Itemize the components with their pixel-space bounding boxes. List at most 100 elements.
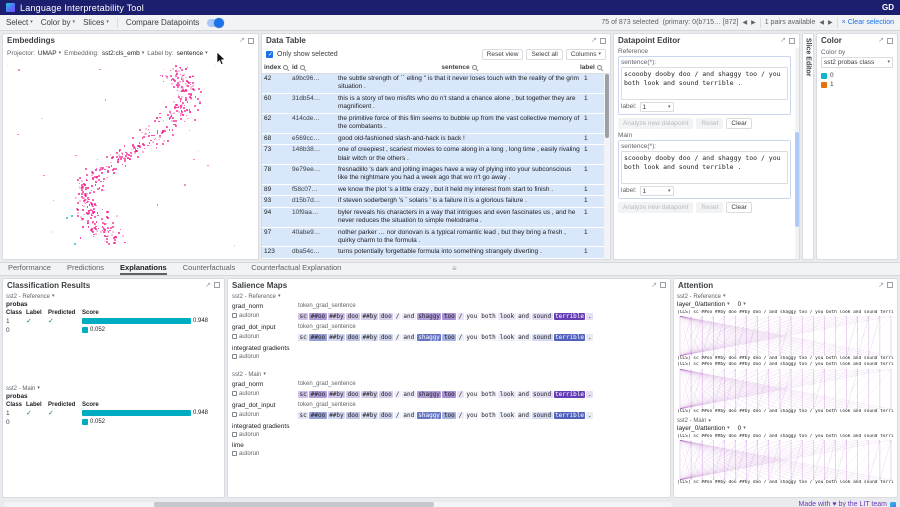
popout-icon[interactable]: ↗ xyxy=(651,282,657,289)
table-row[interactable]: 789e79ee…fresnadillo 's dark and jolting… xyxy=(262,165,610,185)
label-select[interactable]: 1▾ xyxy=(640,186,674,196)
tab-counterfactual-explanation[interactable]: Counterfactual Explanation xyxy=(251,263,341,275)
popout-icon[interactable]: ↗ xyxy=(878,282,884,289)
slice-editor-collapsed-tab[interactable]: Slice Editor xyxy=(802,33,814,260)
editor-scrollbar[interactable] xyxy=(795,48,799,259)
popout-icon[interactable]: ↗ xyxy=(239,37,245,44)
table-row[interactable]: 123dba54c…turns potentially forgettable … xyxy=(262,247,610,258)
search-icon[interactable] xyxy=(283,65,288,70)
popout-icon[interactable]: ↗ xyxy=(780,37,786,44)
clear-button[interactable]: Clear xyxy=(726,202,752,213)
tab-counterfactuals[interactable]: Counterfactuals xyxy=(183,263,236,275)
table-row[interactable]: 68e569cc…good old-fashioned slash-and-ha… xyxy=(262,134,610,145)
embedding-point xyxy=(74,243,76,245)
color-by-select[interactable]: sst2 probas class▾ xyxy=(821,57,893,68)
label-select[interactable]: 1▾ xyxy=(640,102,674,112)
maximize-icon[interactable] xyxy=(214,282,220,288)
scrollbar-thumb[interactable] xyxy=(154,502,434,507)
prev-pair-button[interactable]: ◀ xyxy=(819,19,824,26)
attention-head-select[interactable]: 0▾ xyxy=(738,301,746,308)
tab-explanations[interactable]: Explanations xyxy=(120,263,167,275)
column-header-label[interactable]: label xyxy=(580,64,608,71)
maximize-icon[interactable] xyxy=(887,38,893,44)
embedding-select[interactable]: sst2:cls_emb▾ xyxy=(102,50,144,57)
scrollbar-thumb[interactable] xyxy=(795,132,799,227)
projector-select[interactable]: UMAP▾ xyxy=(38,50,61,57)
tab-performance[interactable]: Performance xyxy=(8,263,51,275)
probas-cell-score: 0.052 xyxy=(82,418,221,427)
popout-icon[interactable]: ↗ xyxy=(205,282,211,289)
reset-view-button[interactable]: Reset view xyxy=(482,49,524,60)
label-by-select[interactable]: sentence▾ xyxy=(177,50,208,57)
horizontal-scrollbar[interactable] xyxy=(4,502,672,507)
legend-item: 1 xyxy=(821,81,893,88)
reset-button[interactable]: Reset xyxy=(696,202,723,213)
legend-swatch xyxy=(821,82,827,88)
table-row[interactable]: 6031db54…this is a story of two misfits … xyxy=(262,94,610,114)
autorun-checkbox[interactable] xyxy=(232,391,237,396)
only-show-selected-checkbox[interactable] xyxy=(266,51,273,58)
embedding-point xyxy=(147,145,149,147)
table-row[interactable]: 73148b38…one of creepiest , scariest mov… xyxy=(262,145,610,165)
popout-icon[interactable]: ↗ xyxy=(591,37,597,44)
column-header-sentence[interactable]: sentence xyxy=(338,64,580,71)
table-row[interactable]: 93d15b7d…if steven soderbergh 's ` solar… xyxy=(262,196,610,207)
table-row[interactable]: 89f58c07…we know the plot 's a little cr… xyxy=(262,185,610,196)
table-row[interactable]: 9740abe9…nother parker … nor donovan is … xyxy=(262,228,610,248)
tab-predictions[interactable]: Predictions xyxy=(67,263,104,275)
autorun-checkbox[interactable] xyxy=(232,313,237,318)
salience-token: and xyxy=(402,334,416,341)
column-header-id[interactable]: id xyxy=(292,64,338,71)
analyze-new-datapoint-button[interactable]: Analyze new datapoint xyxy=(618,202,693,213)
drag-handle-icon[interactable]: ≡ xyxy=(452,264,457,273)
color-by-menu[interactable]: Color by▾ xyxy=(41,18,75,27)
sentence-field-input[interactable]: scoooby dooby doo / and shaggy too / you… xyxy=(621,67,788,100)
prev-datapoint-button[interactable]: ◀ xyxy=(743,19,748,26)
column-header-index[interactable]: index xyxy=(264,64,292,71)
table-row[interactable]: 62414cde…the primitive force of this fil… xyxy=(262,114,610,134)
attention-head-select[interactable]: 0▾ xyxy=(738,425,746,432)
salience-token: terrible xyxy=(554,313,586,320)
maximize-icon[interactable] xyxy=(248,38,254,44)
table-row[interactable]: 9410f9aa…byler reveals his characters in… xyxy=(262,208,610,228)
analyze-new-datapoint-button[interactable]: Analyze new datapoint xyxy=(618,118,693,129)
autorun-checkbox[interactable] xyxy=(232,354,237,359)
user-avatar[interactable]: GD xyxy=(882,3,894,12)
embedding-scatter[interactable] xyxy=(3,59,258,259)
sentence-field-input[interactable]: scoooby dooby doo / and shaggy too / you… xyxy=(621,151,788,184)
salience-token: ##by xyxy=(361,391,378,398)
attention-layer-select[interactable]: layer_0/attention▾ xyxy=(677,425,730,432)
table-row[interactable]: 42a9bc96…the subtle strength of `` ellin… xyxy=(262,74,610,94)
scrollbar-thumb[interactable] xyxy=(605,74,609,138)
panel-title: Color xyxy=(821,36,842,45)
salience-token: doo xyxy=(346,313,360,320)
slices-menu[interactable]: Slices▾ xyxy=(83,18,109,27)
popout-icon[interactable]: ↗ xyxy=(878,37,884,44)
autorun-checkbox[interactable] xyxy=(232,432,237,437)
select-all-button[interactable]: Select all xyxy=(526,49,562,60)
autorun-checkbox[interactable] xyxy=(232,334,237,339)
salience-method-name: integrated gradients xyxy=(232,423,294,430)
reset-button[interactable]: Reset xyxy=(696,118,723,129)
data-table-header: Data Table ↗ xyxy=(262,34,610,47)
attention-layer-select[interactable]: layer_0/attention▾ xyxy=(677,301,730,308)
clear-selection-button[interactable]: ×Clear selection xyxy=(842,19,894,26)
maximize-icon[interactable] xyxy=(660,282,666,288)
search-icon[interactable] xyxy=(300,65,305,70)
maximize-icon[interactable] xyxy=(887,282,893,288)
autorun-checkbox[interactable] xyxy=(232,451,237,456)
next-pair-button[interactable]: ▶ xyxy=(828,19,833,26)
salience-method: grad_normtoken_grad_sentenceautorunsc##o… xyxy=(232,303,666,320)
chevron-down-icon: ▾ xyxy=(106,20,109,25)
search-icon[interactable] xyxy=(472,65,477,70)
next-datapoint-button[interactable]: ▶ xyxy=(751,19,756,26)
maximize-icon[interactable] xyxy=(789,38,795,44)
search-icon[interactable] xyxy=(597,65,602,70)
columns-button[interactable]: Columns▾ xyxy=(566,49,606,60)
compare-datapoints-toggle[interactable] xyxy=(207,19,223,27)
table-scrollbar[interactable] xyxy=(604,74,610,259)
autorun-checkbox[interactable] xyxy=(232,412,237,417)
maximize-icon[interactable] xyxy=(600,38,606,44)
clear-button[interactable]: Clear xyxy=(726,118,752,129)
select-menu[interactable]: Select▾ xyxy=(6,18,33,27)
